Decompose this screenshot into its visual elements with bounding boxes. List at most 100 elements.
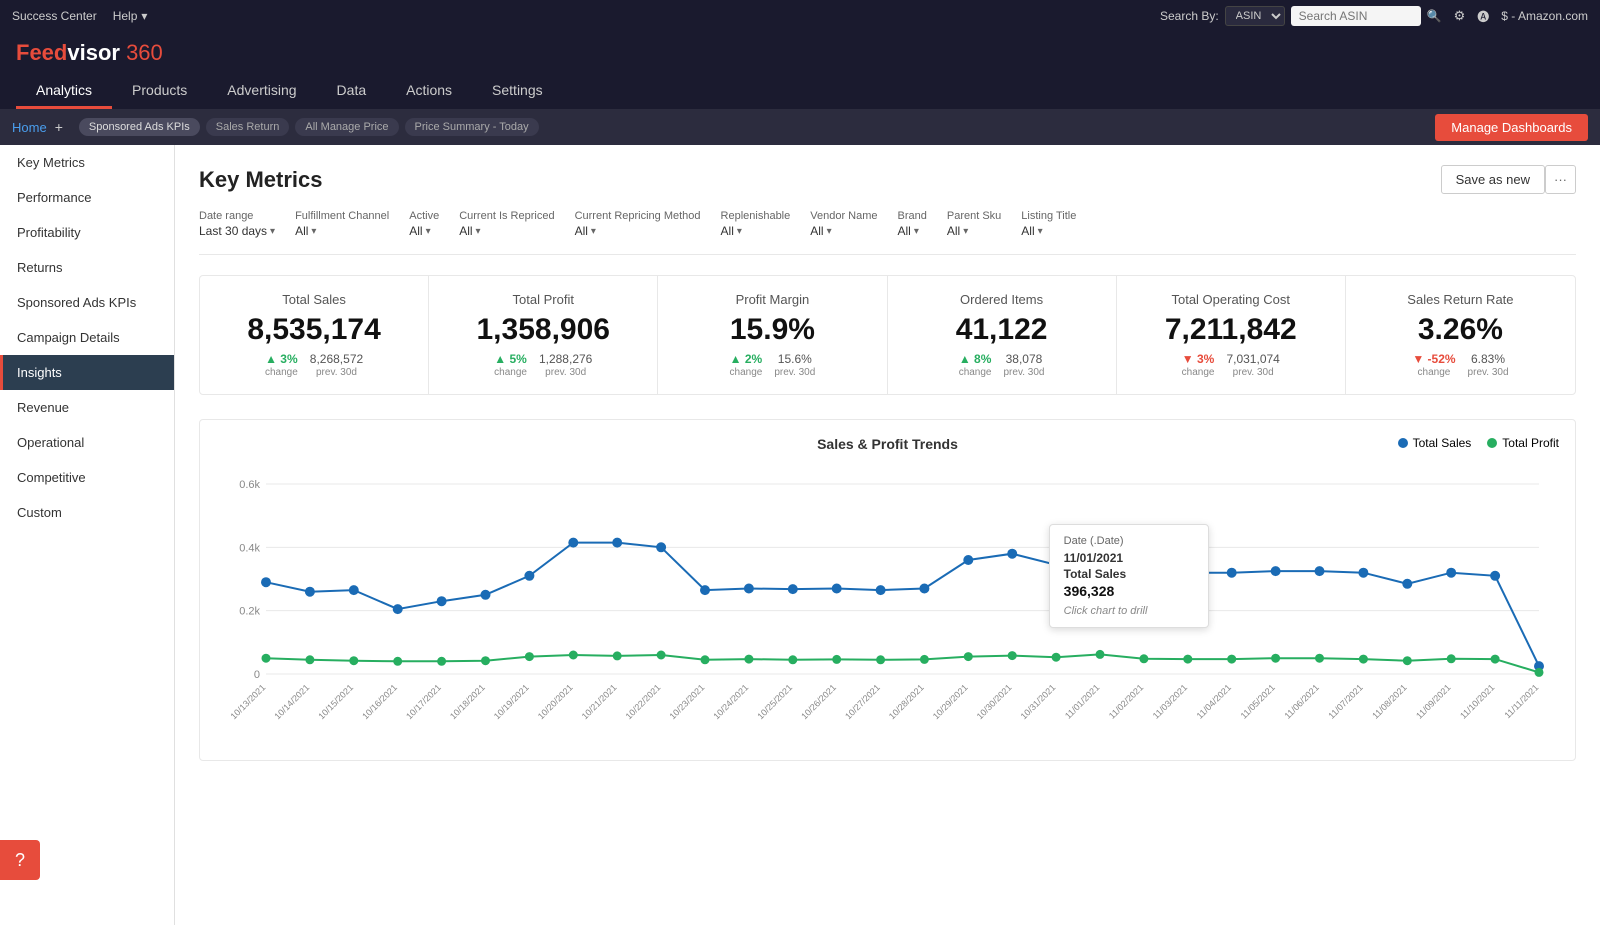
help-chevron: ▾ bbox=[141, 9, 147, 23]
help-button[interactable]: ? bbox=[0, 840, 40, 880]
sidebar-item-sponsored-ads[interactable]: Sponsored Ads KPIs bbox=[0, 285, 174, 320]
metric-change-row-1: ▲ 5% change 1,288,276 prev. 30d bbox=[441, 352, 645, 378]
tooltip-date-label: Date (.Date) bbox=[1064, 535, 1194, 547]
sidebar-item-returns[interactable]: Returns bbox=[0, 250, 174, 285]
chart-container[interactable]: 00.2k0.4k0.6k10/13/202110/14/202110/15/2… bbox=[216, 464, 1559, 744]
top-bar-left: Success Center Help ▾ bbox=[12, 9, 147, 23]
nav-tab-settings[interactable]: Settings bbox=[472, 74, 563, 109]
breadcrumb-bar: Home + Sponsored Ads KPIs Sales Return A… bbox=[0, 109, 1600, 145]
metric-value-2: 15.9% bbox=[670, 313, 874, 346]
sidebar-item-revenue[interactable]: Revenue bbox=[0, 390, 174, 425]
filter-vendor-name-label: Vendor Name bbox=[810, 210, 877, 222]
logo-visor: visor bbox=[67, 40, 120, 65]
svg-text:11/09/2021: 11/09/2021 bbox=[1414, 682, 1452, 720]
filter-brand: Brand All ▾ bbox=[898, 210, 927, 238]
metric-title-3: Ordered Items bbox=[900, 292, 1104, 307]
help-menu[interactable]: Help ▾ bbox=[113, 9, 148, 23]
sidebar-item-custom[interactable]: Custom bbox=[0, 495, 174, 530]
breadcrumb-pill-3[interactable]: All Manage Price bbox=[295, 118, 398, 136]
nav-tab-advertising[interactable]: Advertising bbox=[207, 74, 316, 109]
account-label[interactable]: $ - Amazon.com bbox=[1501, 9, 1588, 23]
filter-is-repriced: Current Is Repriced All ▾ bbox=[459, 210, 554, 238]
filter-vendor-name-arrow: ▾ bbox=[827, 226, 832, 237]
sidebar-item-key-metrics[interactable]: Key Metrics bbox=[0, 145, 174, 180]
tooltip-sales-label: Total Sales bbox=[1064, 567, 1194, 581]
metric-change-label-0: change bbox=[265, 367, 298, 378]
breadcrumb-pill-2[interactable]: Sales Return bbox=[206, 118, 290, 136]
filter-replenishable-select[interactable]: All ▾ bbox=[721, 224, 791, 238]
filter-listing-title-select[interactable]: All ▾ bbox=[1021, 224, 1076, 238]
svg-text:10/27/2021: 10/27/2021 bbox=[843, 682, 882, 721]
chart-legend: Total Sales Total Profit bbox=[1398, 436, 1559, 450]
manage-dashboards-button[interactable]: Manage Dashboards bbox=[1435, 114, 1588, 141]
metric-change-label-3: change bbox=[959, 367, 992, 378]
filter-brand-select[interactable]: All ▾ bbox=[898, 224, 927, 238]
nav-tab-actions[interactable]: Actions bbox=[386, 74, 472, 109]
metric-prev-2: 15.6% prev. 30d bbox=[774, 352, 815, 378]
metric-change-pct-5: ▼ -52% bbox=[1412, 352, 1455, 366]
metric-prev-val-5: 6.83% bbox=[1471, 352, 1505, 366]
home-link[interactable]: Home bbox=[12, 120, 47, 135]
search-icon[interactable]: 🔍 bbox=[1427, 9, 1442, 23]
breadcrumb-pill-4[interactable]: Price Summary - Today bbox=[405, 118, 539, 136]
metric-title-2: Profit Margin bbox=[670, 292, 874, 307]
sidebar-item-operational[interactable]: Operational bbox=[0, 425, 174, 460]
svg-text:10/26/2021: 10/26/2021 bbox=[799, 682, 838, 721]
nav-tab-data[interactable]: Data bbox=[317, 74, 387, 109]
sidebar-item-insights[interactable]: Insights bbox=[0, 355, 174, 390]
metric-card-2[interactable]: Profit Margin 15.9% ▲ 2% change 15.6% pr… bbox=[658, 276, 887, 394]
metric-change-0: ▲ 3% change bbox=[265, 352, 298, 378]
breadcrumb-pill-1[interactable]: Sponsored Ads KPIs bbox=[79, 118, 200, 136]
sidebar-item-campaign-details[interactable]: Campaign Details bbox=[0, 320, 174, 355]
metric-card-1[interactable]: Total Profit 1,358,906 ▲ 5% change 1,288… bbox=[429, 276, 658, 394]
metric-prev-label-1: prev. 30d bbox=[545, 367, 586, 378]
success-center-link[interactable]: Success Center bbox=[12, 9, 97, 23]
sidebar-item-profitability[interactable]: Profitability bbox=[0, 215, 174, 250]
filter-date-range-label: Date range bbox=[199, 210, 275, 222]
metric-card-0[interactable]: Total Sales 8,535,174 ▲ 3% change 8,268,… bbox=[200, 276, 429, 394]
metric-card-4[interactable]: Total Operating Cost 7,211,842 ▼ 3% chan… bbox=[1117, 276, 1346, 394]
metric-card-3[interactable]: Ordered Items 41,122 ▲ 8% change 38,078 … bbox=[888, 276, 1117, 394]
metric-value-5: 3.26% bbox=[1358, 313, 1563, 346]
svg-text:0.4k: 0.4k bbox=[239, 542, 260, 554]
metric-change-4: ▼ 3% change bbox=[1182, 352, 1215, 378]
svg-text:10/15/2021: 10/15/2021 bbox=[316, 682, 355, 721]
legend-total-sales: Total Sales bbox=[1398, 436, 1472, 450]
search-input[interactable] bbox=[1291, 6, 1421, 26]
filter-active-select[interactable]: All ▾ bbox=[409, 224, 439, 238]
sidebar-item-performance[interactable]: Performance bbox=[0, 180, 174, 215]
filter-is-repriced-select[interactable]: All ▾ bbox=[459, 224, 554, 238]
add-dashboard-button[interactable]: + bbox=[55, 119, 63, 135]
svg-text:11/02/2021: 11/02/2021 bbox=[1107, 682, 1145, 720]
metric-prev-5: 6.83% prev. 30d bbox=[1468, 352, 1509, 378]
logo-360: 360 bbox=[120, 40, 163, 65]
metric-card-5[interactable]: Sales Return Rate 3.26% ▼ -52% change 6.… bbox=[1346, 276, 1575, 394]
metric-prev-1: 1,288,276 prev. 30d bbox=[539, 352, 592, 378]
sidebar-item-competitive[interactable]: Competitive bbox=[0, 460, 174, 495]
asin-select[interactable]: ASIN bbox=[1225, 6, 1285, 26]
svg-text:10/20/2021: 10/20/2021 bbox=[536, 682, 575, 721]
svg-text:11/08/2021: 11/08/2021 bbox=[1370, 682, 1408, 720]
filter-vendor-name-select[interactable]: All ▾ bbox=[810, 224, 877, 238]
nav-tab-products[interactable]: Products bbox=[112, 74, 207, 109]
metric-change-5: ▼ -52% change bbox=[1412, 352, 1455, 378]
metric-value-3: 41,122 bbox=[900, 313, 1104, 346]
more-options-button[interactable]: ··· bbox=[1545, 165, 1576, 194]
metric-prev-0: 8,268,572 prev. 30d bbox=[310, 352, 363, 378]
save-as-new-button[interactable]: Save as new bbox=[1441, 165, 1545, 194]
filter-parent-sku-select[interactable]: All ▾ bbox=[947, 224, 1001, 238]
svg-text:10/19/2021: 10/19/2021 bbox=[492, 682, 531, 721]
filter-active-label: Active bbox=[409, 210, 439, 222]
metric-change-row-3: ▲ 8% change 38,078 prev. 30d bbox=[900, 352, 1104, 378]
filter-date-range-select[interactable]: Last 30 days ▾ bbox=[199, 224, 275, 238]
nav-tab-analytics[interactable]: Analytics bbox=[16, 74, 112, 109]
filter-fulfillment-select[interactable]: All ▾ bbox=[295, 224, 389, 238]
metric-change-row-2: ▲ 2% change 15.6% prev. 30d bbox=[670, 352, 874, 378]
filter-listing-title: Listing Title All ▾ bbox=[1021, 210, 1076, 238]
filter-fulfillment-label: Fulfillment Channel bbox=[295, 210, 389, 222]
filter-repricing-method-select[interactable]: All ▾ bbox=[575, 224, 701, 238]
svg-text:10/22/2021: 10/22/2021 bbox=[624, 682, 663, 721]
settings-icon[interactable]: ⚙ bbox=[1454, 8, 1466, 24]
metric-prev-label-2: prev. 30d bbox=[774, 367, 815, 378]
metric-change-label-4: change bbox=[1182, 367, 1215, 378]
